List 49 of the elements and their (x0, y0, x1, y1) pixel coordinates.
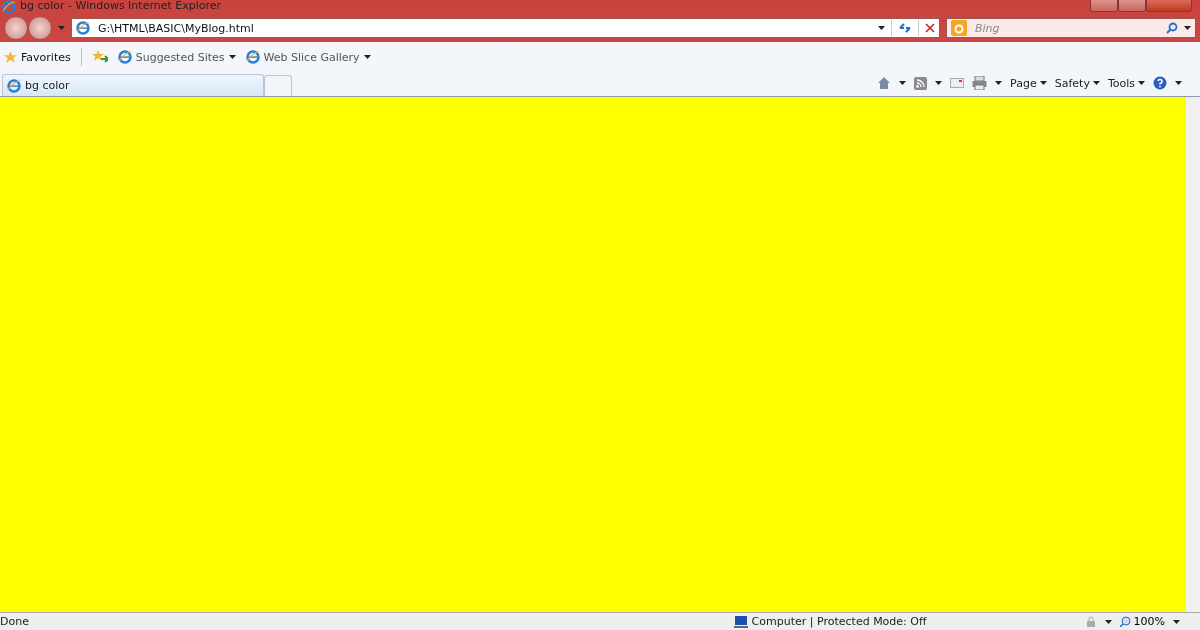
status-text: Done (0, 615, 29, 628)
caret-icon[interactable] (1104, 619, 1112, 624)
favorites-button[interactable]: Favorites (4, 50, 71, 64)
zoom-icon (1119, 616, 1131, 627)
home-icon[interactable] (877, 76, 892, 90)
address-bar[interactable]: G:\HTML\BASIC\MyBlog.html (71, 18, 940, 38)
address-field[interactable]: G:\HTML\BASIC\MyBlog.html (96, 20, 872, 36)
browser-icon (2, 0, 16, 14)
caret-icon[interactable] (1092, 81, 1100, 85)
refresh-icon[interactable] (898, 22, 912, 34)
command-menu[interactable]: Safety (1054, 76, 1100, 90)
monitor-icon (733, 615, 748, 628)
command-menu[interactable]: Tools (1107, 76, 1145, 90)
zoom-button[interactable]: 100% (1119, 615, 1165, 628)
caret-icon[interactable] (1184, 26, 1191, 30)
browser-icon (76, 21, 90, 35)
feed-icon[interactable] (914, 76, 928, 90)
caret-icon[interactable] (935, 81, 943, 85)
command-menu[interactable]: Page (1010, 76, 1047, 90)
scroll-bar[interactable] (1185, 97, 1200, 612)
caret-icon[interactable] (899, 81, 907, 85)
caret-icon[interactable] (1173, 619, 1180, 624)
caret-icon[interactable] (995, 81, 1003, 85)
favorites-link[interactable]: Web Slice Gallery (245, 50, 371, 64)
browser-icon (245, 50, 260, 64)
browser-icon (117, 50, 132, 64)
caret-icon[interactable] (1175, 81, 1182, 85)
caret-icon[interactable] (1138, 81, 1145, 85)
search-icon[interactable] (1166, 22, 1178, 34)
help-icon[interactable] (1153, 76, 1167, 90)
caret-icon[interactable] (1039, 81, 1047, 85)
caret-icon[interactable] (228, 55, 236, 59)
browser-tab[interactable]: bg color (2, 74, 264, 96)
back-button[interactable] (4, 16, 28, 40)
caret-icon[interactable] (878, 26, 885, 30)
security-zone: Computer | Protected Mode: Off (751, 615, 927, 628)
mail-icon[interactable] (950, 78, 965, 88)
search-field[interactable]: Bing (973, 20, 1160, 36)
star-icon (4, 50, 17, 64)
favorites-link[interactable]: Suggested Sites (117, 50, 236, 64)
window-title: bg color - Windows Internet Explorer (20, 0, 222, 11)
search-bar[interactable]: Bing (946, 18, 1196, 38)
browser-icon (7, 78, 21, 93)
caret-icon[interactable] (363, 55, 371, 59)
printer-icon[interactable] (972, 76, 988, 90)
search-provider-icon (951, 20, 967, 36)
forward-button[interactable] (28, 16, 52, 40)
add-favorite-icon[interactable] (91, 50, 108, 64)
close-icon[interactable] (925, 23, 935, 33)
